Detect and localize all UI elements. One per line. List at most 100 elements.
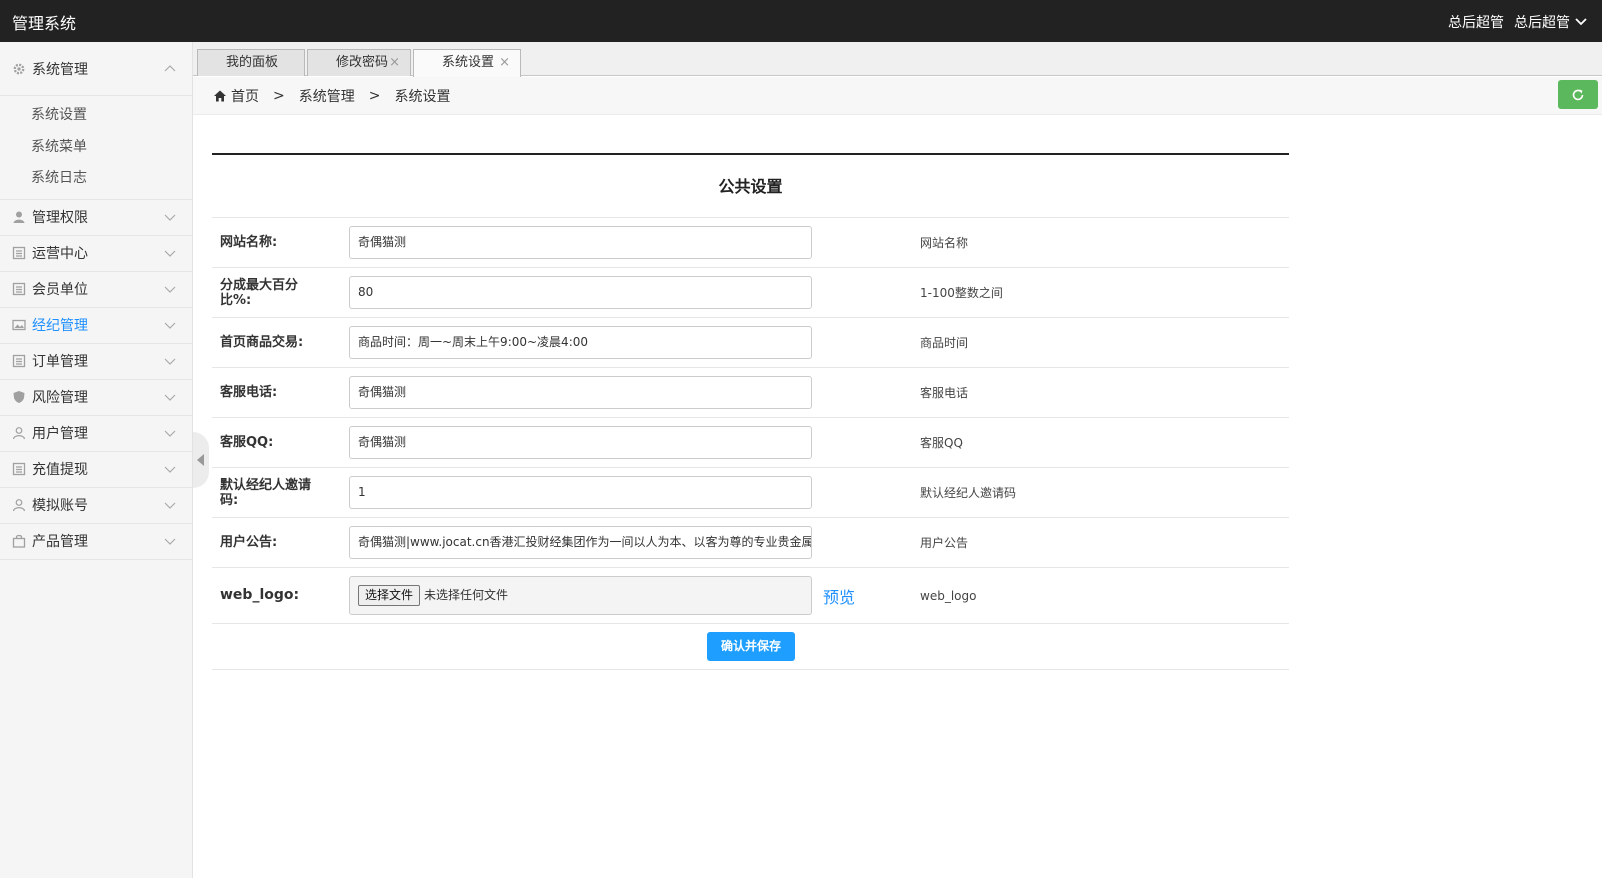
- breadcrumb-level1[interactable]: 系统管理: [299, 86, 355, 106]
- chevron-down-icon: [164, 502, 176, 509]
- refresh-icon: [1572, 89, 1584, 100]
- file-status: 未选择任何文件: [424, 588, 509, 602]
- chevron-down-icon: [164, 358, 176, 365]
- breadcrumb-level2: 系统设置: [394, 88, 451, 105]
- breadcrumb-separator: >: [368, 87, 381, 104]
- form-row-service-phone: 客服电话: 奇偶猫测 客服电话: [212, 368, 1289, 418]
- form-row-web-logo: web_logo: 选择文件 未选择任何文件 预览 web_logo: [212, 568, 1289, 624]
- service-phone-input[interactable]: 奇偶猫测: [349, 376, 812, 409]
- chevron-down-icon: [164, 250, 176, 257]
- breadcrumb: 首页 > 系统管理 > 系统设置: [193, 77, 1602, 115]
- sidebar-item-label: 会员单位: [32, 282, 88, 298]
- announcement-input[interactable]: 奇偶猫测|www.jocat.cn香港汇投财经集团作为一间以人为本、以客为尊的专…: [349, 526, 812, 559]
- sidebar-item-brokers[interactable]: 经纪管理: [0, 308, 192, 344]
- sidebar-item-demo-accounts[interactable]: 模拟账号: [0, 488, 192, 524]
- save-button[interactable]: 确认并保存: [707, 632, 795, 661]
- tab-bar: 我的面板 修改密码 × 系统设置 ×: [193, 42, 1602, 77]
- field-label: 客服QQ:: [220, 435, 274, 450]
- sidebar-item-operations[interactable]: 运营中心: [0, 236, 192, 272]
- chevron-down-icon: [164, 286, 176, 293]
- list-icon: [12, 354, 26, 368]
- field-hint: web_logo: [920, 588, 977, 603]
- sidebar-item-members[interactable]: 会员单位: [0, 272, 192, 308]
- breadcrumb-separator: >: [273, 87, 285, 104]
- form-row-site-name: 网站名称: 奇偶猫测 网站名称: [212, 218, 1289, 268]
- sidebar-item-label: 经纪管理: [32, 318, 88, 334]
- invite-code-input[interactable]: 1: [349, 476, 812, 509]
- sidebar-item-orders[interactable]: 订单管理: [0, 344, 192, 380]
- tab-system-settings[interactable]: 系统设置 ×: [413, 49, 521, 77]
- sidebar-item-label: 风险管理: [32, 390, 88, 406]
- field-label: 分成最大百分比%:: [220, 277, 299, 308]
- image-icon: [12, 318, 26, 332]
- trading-hours-input[interactable]: 商品时间：周一~周末上午9:00~凌晨4:00: [349, 326, 812, 359]
- form-row-service-qq: 客服QQ: 奇偶猫测 客服QQ: [212, 418, 1289, 468]
- gear-icon: [12, 62, 26, 76]
- sidebar-subitem-menu[interactable]: 系统菜单: [0, 132, 192, 164]
- sidebar-item-label: 系统管理: [32, 61, 88, 78]
- sidebar-submenu-system: 系统设置 系统菜单 系统日志: [0, 96, 192, 200]
- list-icon: [12, 462, 26, 476]
- sidebar-item-users[interactable]: 用户管理: [0, 416, 192, 452]
- max-percent-input[interactable]: 80: [349, 276, 812, 309]
- sidebar-item-label: 模拟账号: [32, 498, 88, 514]
- sidebar-item-label: 用户管理: [32, 426, 88, 442]
- close-icon[interactable]: ×: [499, 50, 510, 76]
- sidebar-item-label: 订单管理: [32, 354, 88, 370]
- sidebar-item-recharge[interactable]: 充值提现: [0, 452, 192, 488]
- sidebar-collapse-handle[interactable]: [193, 432, 209, 488]
- sidebar-item-system[interactable]: 系统管理: [0, 42, 192, 96]
- list-icon: [12, 246, 26, 260]
- user-name-primary[interactable]: 总后超管: [1448, 12, 1504, 32]
- close-icon[interactable]: ×: [389, 50, 400, 76]
- field-label: 默认经纪人邀请码:: [220, 477, 312, 508]
- sidebar-item-permissions[interactable]: 管理权限: [0, 200, 192, 236]
- user-menu[interactable]: 总后超管: [1514, 12, 1588, 32]
- field-hint: 1-100整数之间: [920, 286, 1003, 300]
- form-row-announcement: 用户公告: 奇偶猫测|www.jocat.cn香港汇投财经集团作为一间以人为本、…: [212, 518, 1289, 568]
- user-area: 总后超管 总后超管: [1448, 12, 1588, 32]
- top-bar: 管理系统 总后超管 总后超管: [0, 0, 1602, 42]
- chevron-left-icon: [197, 454, 204, 466]
- sidebar-item-label: 充值提现: [32, 462, 88, 478]
- site-name-input[interactable]: 奇偶猫测: [349, 226, 812, 259]
- logo-file-input: 选择文件 未选择任何文件: [349, 576, 812, 615]
- section-title: 公共设置: [212, 155, 1289, 218]
- choose-file-button[interactable]: 选择文件: [358, 585, 421, 606]
- tab-label: 系统设置: [442, 55, 495, 70]
- field-hint: 商品时间: [920, 336, 969, 350]
- sidebar-item-label: 管理权限: [32, 210, 88, 226]
- chevron-down-icon: [164, 394, 176, 401]
- shield-icon: [12, 390, 26, 404]
- field-hint: 默认经纪人邀请码: [920, 486, 1017, 500]
- tab-change-password[interactable]: 修改密码 ×: [307, 49, 411, 76]
- tab-dashboard[interactable]: 我的面板: [197, 49, 305, 76]
- chevron-down-icon: [164, 466, 176, 473]
- tab-label: 修改密码: [336, 55, 389, 70]
- sidebar-item-risk[interactable]: 风险管理: [0, 380, 192, 416]
- bag-icon: [12, 534, 26, 548]
- service-qq-input[interactable]: 奇偶猫测: [349, 426, 812, 459]
- preview-link[interactable]: 预览: [823, 568, 855, 623]
- field-label: web_logo:: [220, 587, 300, 603]
- breadcrumb-home[interactable]: 首页: [231, 86, 259, 106]
- refresh-button[interactable]: [1558, 80, 1598, 109]
- form-actions: 确认并保存: [212, 624, 1289, 670]
- chevron-up-icon: [164, 65, 176, 72]
- chevron-down-icon: [1575, 18, 1587, 26]
- sidebar-item-products[interactable]: 产品管理: [0, 524, 192, 560]
- field-hint: 网站名称: [920, 236, 969, 250]
- app-title: 管理系统: [12, 14, 77, 33]
- user-name-secondary: 总后超管: [1514, 15, 1570, 31]
- sidebar-subitem-logs[interactable]: 系统日志: [0, 163, 192, 195]
- user-icon: [12, 426, 26, 440]
- field-label: 首页商品交易:: [220, 335, 304, 350]
- sidebar: 系统管理 系统设置 系统菜单 系统日志 管理权限 运营中心 会员单位 经纪管理 …: [0, 42, 193, 878]
- chevron-down-icon: [164, 430, 176, 437]
- form-row-invite-code: 默认经纪人邀请码: 1 默认经纪人邀请码: [212, 468, 1289, 518]
- sidebar-subitem-settings[interactable]: 系统设置: [0, 100, 192, 132]
- field-label: 网站名称:: [220, 235, 278, 250]
- field-hint: 客服电话: [920, 386, 969, 400]
- field-label: 客服电话:: [220, 385, 278, 400]
- form-row-max-percent: 分成最大百分比%: 80 1-100整数之间: [212, 268, 1289, 318]
